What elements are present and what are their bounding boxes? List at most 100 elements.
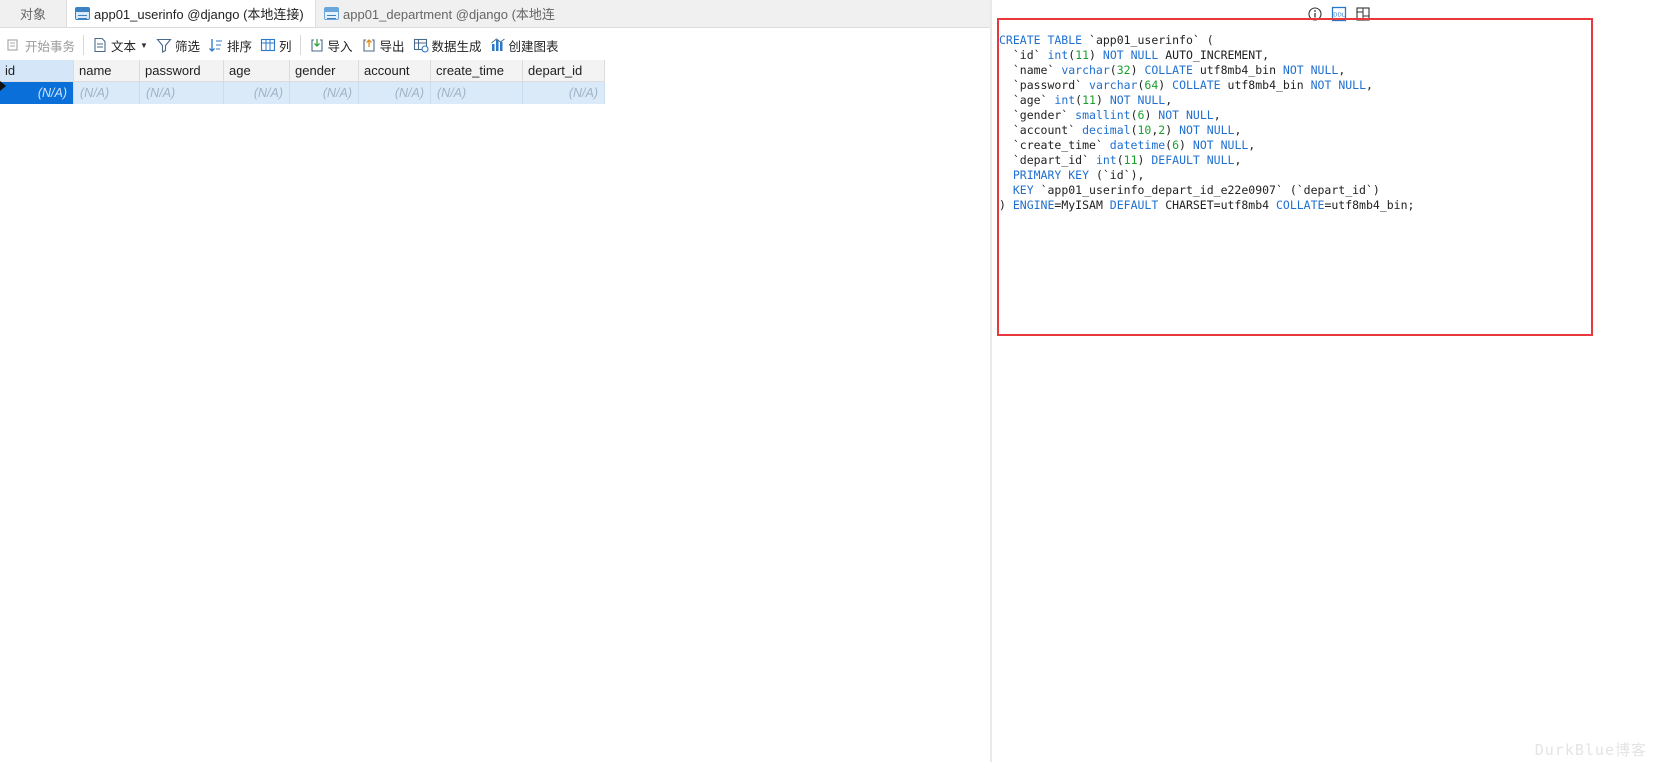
- chart-icon: [490, 37, 506, 53]
- ddl-line: `account` decimal(10,2) NOT NULL,: [999, 123, 1589, 138]
- text-button[interactable]: 文本 ▼: [88, 33, 152, 57]
- table-icon: [324, 6, 339, 20]
- ddl-token: ,: [1338, 63, 1346, 77]
- ddl-keyword: int: [1047, 48, 1069, 62]
- ddl-text: CREATE TABLE `app01_userinfo` ( `id` int…: [999, 33, 1589, 213]
- ddl-token: ): [1089, 48, 1103, 62]
- ddl-token: ): [1130, 63, 1145, 77]
- cell-id[interactable]: (N/A): [0, 82, 74, 104]
- ddl-token: `age`: [999, 93, 1055, 107]
- cell-create-time[interactable]: (N/A): [431, 82, 523, 104]
- ddl-keyword: varchar: [1061, 63, 1110, 77]
- ddl-number: 32: [1116, 63, 1131, 77]
- ddl-token: ): [1095, 93, 1110, 107]
- ddl-line: `password` varchar(64) COLLATE utf8mb4_b…: [999, 78, 1589, 93]
- cell-account[interactable]: (N/A): [359, 82, 431, 104]
- cell-password[interactable]: (N/A): [140, 82, 224, 104]
- import-button[interactable]: 导入: [305, 33, 357, 57]
- ddl-keyword: int: [1095, 153, 1117, 167]
- toolbar: 开始事务 文本 ▼ 筛选 排序 列 导入 导出 数据生成 创建图表: [0, 31, 990, 59]
- column-header-age[interactable]: age: [224, 60, 290, 82]
- ddl-token: ): [1179, 138, 1193, 152]
- column-header-create-time[interactable]: create_time: [431, 60, 523, 82]
- begin-transaction-button[interactable]: 开始事务: [2, 33, 79, 57]
- begin-transaction-label: 开始事务: [25, 39, 76, 54]
- ddl-number: 11: [1075, 48, 1090, 62]
- ddl-line: `age` int(11) NOT NULL,: [999, 93, 1589, 108]
- ddl-keyword: varchar: [1089, 78, 1138, 92]
- ddl-keyword: NOT NULL: [1282, 63, 1339, 77]
- ddl-keyword: COLLATE: [1172, 78, 1221, 92]
- ddl-token: (: [1116, 153, 1124, 167]
- columns-label: 列: [278, 39, 292, 54]
- ddl-number: 11: [1082, 93, 1096, 107]
- columns-button[interactable]: 列: [256, 33, 296, 57]
- ddl-token: `id`: [999, 48, 1048, 62]
- ddl-token: `app01_userinfo_depart_id_e22e0907` (`de…: [1033, 183, 1380, 197]
- ddl-token: (: [1130, 123, 1138, 137]
- table-row[interactable]: (N/A) (N/A) (N/A) (N/A) (N/A) (N/A) (N/A…: [0, 82, 605, 104]
- filter-icon: [156, 37, 172, 53]
- cell-depart-id[interactable]: (N/A): [523, 82, 605, 104]
- ddl-token: `gender`: [999, 108, 1076, 122]
- ddl-line: `id` int(11) NOT NULL AUTO_INCREMENT,: [999, 48, 1589, 63]
- ddl-token: [999, 183, 1013, 197]
- data-generation-button[interactable]: 数据生成: [409, 33, 486, 57]
- ddl-token: `app01_userinfo` (: [1082, 33, 1214, 47]
- cell-age[interactable]: (N/A): [224, 82, 290, 104]
- ddl-keyword: PRIMARY KEY: [1012, 168, 1090, 182]
- ddl-keyword: NOT NULL: [1102, 48, 1159, 62]
- ddl-token: ): [1144, 108, 1159, 122]
- tab-department[interactable]: app01_department @django (本地连...: [316, 0, 564, 27]
- filter-button[interactable]: 筛选: [152, 33, 204, 57]
- tab-userinfo[interactable]: app01_userinfo @django (本地连接) ...: [66, 0, 316, 27]
- ddl-token: ): [1165, 123, 1180, 137]
- ddl-token: =MyISAM: [1054, 198, 1110, 212]
- sort-icon: [208, 37, 224, 53]
- data-generation-label: 数据生成: [431, 39, 482, 54]
- chevron-down-icon[interactable]: ▼: [140, 41, 148, 50]
- tab-bar: 对象 app01_userinfo @django (本地连接) ... app…: [0, 0, 990, 28]
- sort-label: 排序: [226, 39, 252, 54]
- ddl-line: `depart_id` int(11) DEFAULT NULL,: [999, 153, 1589, 168]
- ddl-token: (: [1109, 63, 1117, 77]
- ddl-token: ): [999, 198, 1013, 212]
- current-row-indicator-icon: [0, 81, 6, 91]
- ddl-line: ) ENGINE=MyISAM DEFAULT CHARSET=utf8mb4 …: [999, 198, 1589, 213]
- column-header-name[interactable]: name: [74, 60, 140, 82]
- ddl-keyword: DEFAULT: [1109, 198, 1159, 212]
- export-button[interactable]: 导出: [357, 33, 409, 57]
- column-header-id[interactable]: id: [0, 60, 74, 82]
- sort-button[interactable]: 排序: [204, 33, 256, 57]
- column-header-gender[interactable]: gender: [290, 60, 359, 82]
- ddl-token: ): [1158, 78, 1173, 92]
- ddl-token: AUTO_INCREMENT,: [1158, 48, 1270, 62]
- column-header-depart-id[interactable]: depart_id: [523, 60, 605, 82]
- ddl-line: CREATE TABLE `app01_userinfo` (: [999, 33, 1589, 48]
- ddl-token: `create_time`: [999, 138, 1110, 152]
- column-header-password[interactable]: password: [140, 60, 224, 82]
- ddl-pane: DDL CREATE TABLE `app01_userinfo` ( `id`…: [992, 0, 1657, 762]
- tab-userinfo-label: app01_userinfo @django (本地连接) ...: [94, 6, 307, 22]
- ddl-keyword: DEFAULT NULL: [1151, 153, 1235, 167]
- ddl-keyword: NOT NULL: [1158, 108, 1214, 122]
- tab-objects[interactable]: 对象: [0, 0, 66, 27]
- ddl-keyword: KEY: [1012, 183, 1034, 197]
- ddl-keyword: NOT NULL: [1109, 93, 1166, 107]
- ddl-line: `gender` smallint(6) NOT NULL,: [999, 108, 1589, 123]
- ddl-number: 11: [1123, 153, 1138, 167]
- watermark: DurkBlue博客: [1534, 741, 1647, 759]
- toolbar-divider: [83, 35, 85, 55]
- filter-label: 筛选: [174, 39, 200, 54]
- ddl-keyword: COLLATE: [1144, 63, 1193, 77]
- create-chart-button[interactable]: 创建图表: [486, 33, 563, 57]
- cell-name[interactable]: (N/A): [74, 82, 140, 104]
- ddl-token: `account`: [999, 123, 1083, 137]
- cell-gender[interactable]: (N/A): [290, 82, 359, 104]
- ddl-token: `name`: [999, 63, 1062, 77]
- ddl-keyword: ENGINE: [1012, 198, 1055, 212]
- column-header-account[interactable]: account: [359, 60, 431, 82]
- toolbar-divider: [299, 35, 301, 55]
- ddl-token: utf8mb4_bin: [1220, 78, 1311, 92]
- ddl-keyword: datetime: [1109, 138, 1166, 152]
